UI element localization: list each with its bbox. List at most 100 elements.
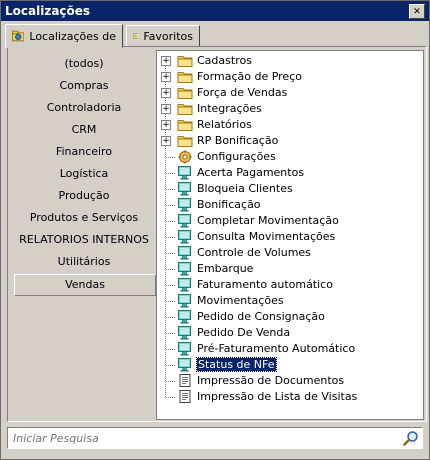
tree-connector <box>166 253 175 254</box>
tree-item[interactable]: Pré-Faturamento Automático <box>157 341 423 357</box>
tab-label: Favoritos <box>143 29 193 43</box>
tree-item-label: Formação de Preço <box>197 70 302 83</box>
report-icon <box>177 373 193 388</box>
screen-icon <box>177 165 193 180</box>
search-input[interactable] <box>11 430 395 447</box>
tree-connector <box>166 397 175 398</box>
tree-item[interactable]: Completar Movimentação <box>157 213 423 229</box>
tab-localizacoes[interactable]: Localizações de <box>5 24 123 48</box>
tree-item[interactable]: Controle de Volumes <box>157 245 423 261</box>
tab-label: Localizações de <box>29 29 116 43</box>
search-box <box>7 427 423 449</box>
settings-icon <box>177 149 193 164</box>
folder-icon <box>177 133 193 148</box>
globe-folder-icon <box>12 30 25 42</box>
screen-icon <box>177 197 193 212</box>
tree-item-label: Cadastros <box>197 54 252 67</box>
tree-item-label: Bloqueia Clientes <box>197 182 293 195</box>
tree-item[interactable]: Consulta Movimentações <box>157 229 423 245</box>
tree-connector <box>166 381 175 382</box>
tree-item-label: Consulta Movimentações <box>197 230 336 243</box>
tree-item-label: Relatórios <box>197 118 252 131</box>
tree-item[interactable]: Impressão de Documentos <box>157 373 423 389</box>
tree-item-label: Força de Vendas <box>197 86 288 99</box>
expand-icon[interactable]: + <box>161 136 171 146</box>
module-item[interactable]: Utilitários <box>14 252 154 272</box>
folder-icon <box>177 117 193 132</box>
module-item[interactable]: RELATORIOS INTERNOS <box>14 230 154 250</box>
expand-icon[interactable]: + <box>161 88 171 98</box>
tree-connector <box>166 349 175 350</box>
module-item[interactable]: Vendas <box>14 274 156 296</box>
screen-icon <box>177 261 193 276</box>
tree-item-label: Pedido De Venda <box>197 326 291 339</box>
title-bar[interactable]: Localizações ✕ <box>1 1 429 21</box>
tree-item[interactable]: + Relatórios <box>157 117 423 133</box>
tree-connector <box>166 173 175 174</box>
tree-item-label: Integrações <box>197 102 262 115</box>
tree-item-label: Movimentações <box>197 294 284 307</box>
tree-item[interactable]: Pedido De Venda <box>157 325 423 341</box>
module-item[interactable]: Produtos e Serviços <box>14 208 154 228</box>
tree-item-label: Pré-Faturamento Automático <box>197 342 356 355</box>
tree-item-label: Controle de Volumes <box>197 246 311 259</box>
module-item[interactable]: Financeiro <box>14 142 154 162</box>
tree-item[interactable]: Faturamento automático <box>157 277 423 293</box>
tree-item-label: Bonificação <box>197 198 261 211</box>
module-item[interactable]: Compras <box>14 76 154 96</box>
tree-connector <box>166 189 175 190</box>
tree-item-label: Completar Movimentação <box>197 214 339 227</box>
expand-icon[interactable]: + <box>161 72 171 82</box>
module-item[interactable]: CRM <box>14 120 154 140</box>
tree-item-label: Impressão de Lista de Visitas <box>197 390 358 403</box>
close-button[interactable]: ✕ <box>409 4 425 19</box>
star-icon <box>133 33 139 39</box>
tree-item[interactable]: + Cadastros <box>157 53 423 69</box>
tree-connector <box>166 285 175 286</box>
folder-icon <box>177 53 193 68</box>
screen-icon <box>177 181 193 196</box>
tree-connector <box>166 205 175 206</box>
screen-icon <box>177 293 193 308</box>
tab-favoritos[interactable]: Favoritos <box>126 25 200 47</box>
tree-item[interactable]: + Integrações <box>157 101 423 117</box>
tree-connector <box>166 269 175 270</box>
tree-item[interactable]: + Formação de Preço <box>157 69 423 85</box>
tree-item[interactable]: Acerta Pagamentos <box>157 165 423 181</box>
expand-icon[interactable]: + <box>161 56 171 66</box>
tree-item[interactable]: Bonificação <box>157 197 423 213</box>
tree-item-label: Embarque <box>197 262 254 275</box>
tree-item[interactable]: + Força de Vendas <box>157 85 423 101</box>
tab-panel: (todos) Compras Controladoria CRM Financeiro… <box>7 46 427 422</box>
tree-item[interactable]: + RP Bonificação <box>157 133 423 149</box>
tree-connector <box>166 317 175 318</box>
screen-icon <box>177 213 193 228</box>
module-list: (todos) Compras Controladoria CRM Financeiro… <box>12 51 157 417</box>
screen-icon <box>177 341 193 356</box>
expand-icon[interactable]: + <box>161 120 171 130</box>
folder-icon <box>177 101 193 116</box>
tree-connector <box>166 365 175 366</box>
tree-item-label: Status de NFe <box>196 357 277 372</box>
tree-item[interactable]: Pedido de Consignação <box>157 309 423 325</box>
screen-icon <box>177 357 193 372</box>
module-item[interactable]: Produção <box>14 186 154 206</box>
folder-icon <box>177 85 193 100</box>
module-item[interactable]: Logística <box>14 164 154 184</box>
localizacoes-window: Localizações ✕ Localizações de Favoritos… <box>0 0 430 460</box>
search-icon[interactable] <box>403 430 419 446</box>
tree-item[interactable]: Bloqueia Clientes <box>157 181 423 197</box>
tree-item[interactable]: Configurações <box>157 149 423 165</box>
navigation-tree: + Cadastros + Formação de Preço + Força de Ve… <box>156 50 424 420</box>
report-icon <box>177 389 193 404</box>
tree-item[interactable]: Movimentações <box>157 293 423 309</box>
expand-icon[interactable]: + <box>161 104 171 114</box>
module-item[interactable]: Controladoria <box>14 98 154 118</box>
tree-item-label: Faturamento automático <box>197 278 333 291</box>
tree-connector <box>166 237 175 238</box>
tree-item[interactable]: Status de NFe <box>157 357 423 373</box>
tree-item-label: Configurações <box>197 150 276 163</box>
module-item[interactable]: (todos) <box>14 54 154 74</box>
tree-item[interactable]: Embarque <box>157 261 423 277</box>
tree-item[interactable]: Impressão de Lista de Visitas <box>157 389 423 405</box>
